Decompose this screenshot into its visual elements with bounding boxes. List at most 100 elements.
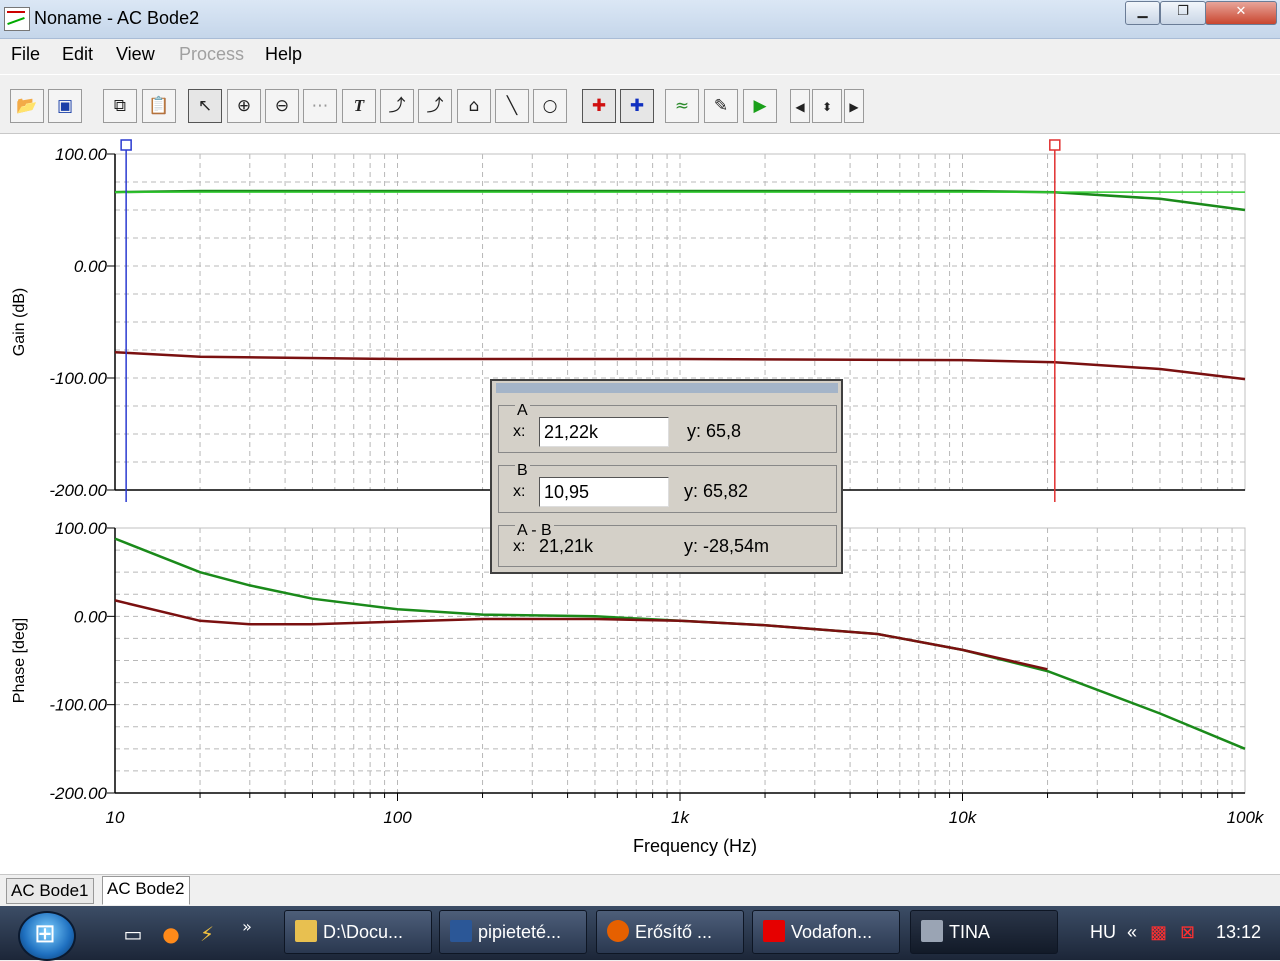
arrow-left-icon: ◀ xyxy=(795,100,805,114)
task-tina-label: TINA xyxy=(949,922,991,942)
menu-edit[interactable]: Edit xyxy=(62,44,93,65)
probe-button[interactable]: ✎ xyxy=(704,89,738,123)
zoom-reset-icon: ⊖ xyxy=(274,96,290,116)
tray-expand-icon[interactable]: « xyxy=(1127,922,1137,943)
save-button[interactable]: ▣ xyxy=(48,89,82,123)
copy-button[interactable]: ⧉ xyxy=(103,89,137,123)
paste-button[interactable]: 📋 xyxy=(142,89,176,123)
task-tina[interactable]: TINA xyxy=(910,910,1058,954)
text-icon: T xyxy=(353,96,365,115)
show-desktop-icon[interactable]: ▭ xyxy=(120,921,146,947)
tab-ac-bode1[interactable]: AC Bode1 xyxy=(6,878,94,904)
plot-area: 100.00 0.00 -100.00 -200.00 Gain (dB) 100.00 0… xyxy=(0,134,1280,874)
curves-icon: ≈ xyxy=(674,96,690,116)
circle-icon: ○ xyxy=(542,96,558,116)
word-icon xyxy=(450,920,472,942)
title-bar: Noname - AC Bode2 ▁ ❐ ✕ xyxy=(0,0,1280,39)
gain-ytick-label: -200.00 xyxy=(49,481,107,500)
firefox-quicklaunch-icon[interactable]: ● xyxy=(158,921,184,947)
task-vodafone[interactable]: Vodafon... xyxy=(752,910,900,954)
probe-icon: ✎ xyxy=(713,96,729,116)
arrow-right-icon: ▶ xyxy=(849,100,859,114)
cursor-b-x-input[interactable]: 10,95 xyxy=(539,477,669,507)
comment-icon: ⌂ xyxy=(468,96,480,116)
tina-icon xyxy=(921,920,943,942)
scroll-right-button[interactable]: ▶ xyxy=(844,89,864,123)
gain-ytick-label: 0.00 xyxy=(74,257,108,276)
cursor-a-handle xyxy=(1049,139,1061,151)
task-explorer[interactable]: D:\Docu... xyxy=(284,910,432,954)
zoom-100-button[interactable]: ⊖ xyxy=(265,89,299,123)
close-button[interactable]: ✕ xyxy=(1205,1,1277,25)
label-curve-icon: ⤴ xyxy=(388,96,406,116)
maximize-button[interactable]: ❐ xyxy=(1160,1,1206,25)
cursor-b-icon: ✚ xyxy=(629,96,645,116)
window-title: Noname - AC Bode2 xyxy=(34,8,200,28)
text-tool-button[interactable]: T xyxy=(342,89,376,123)
arrow-updown-icon: ⬍ xyxy=(821,100,833,114)
cursor-a-label: A xyxy=(515,402,530,420)
minimize-button[interactable]: ▁ xyxy=(1125,1,1160,25)
line-tool-button[interactable]: ╲ xyxy=(495,89,529,123)
tab-ac-bode2[interactable]: AC Bode2 xyxy=(102,876,190,905)
phase-ytick-label: 0.00 xyxy=(74,607,108,626)
error-tray-icon[interactable]: ⊠ xyxy=(1180,922,1195,943)
cursor-diff-x-label: x: xyxy=(513,538,526,555)
task-word-label: pipieteté... xyxy=(478,922,562,942)
cursor-a-x-label: x: xyxy=(513,423,526,440)
cursor-a-y-value: y: 65,8 xyxy=(687,421,742,441)
start-button[interactable] xyxy=(18,911,76,961)
curve-label-button[interactable]: ⤴ xyxy=(418,89,452,123)
folder-open-icon: 📂 xyxy=(16,96,38,116)
cursor-b-label: B xyxy=(515,462,530,480)
cursor-b-x-label: x: xyxy=(513,483,526,500)
paste-icon: 📋 xyxy=(148,96,170,116)
task-firefox[interactable]: Erősítő ... xyxy=(596,910,744,954)
phase-ylabel: Phase [deg] xyxy=(11,618,28,703)
menu-view[interactable]: View xyxy=(116,44,155,65)
scroll-updown-button[interactable]: ⬍ xyxy=(812,89,842,123)
run-button[interactable]: ▶ xyxy=(743,89,777,123)
cursor-diff-y-value: y: -28,54m xyxy=(684,536,770,556)
phase-xtick-label: 100 xyxy=(383,808,412,827)
clock: 13:12 xyxy=(1216,922,1262,942)
cursor-b-button[interactable]: ✚ xyxy=(620,89,654,123)
pointer-icon: ↖ xyxy=(197,96,213,116)
quicklaunch-more-icon[interactable]: » xyxy=(234,914,260,940)
cursor-panel-titlebar[interactable] xyxy=(496,383,838,393)
label-tool-button[interactable]: ⤴ xyxy=(380,89,414,123)
language-indicator[interactable]: HU xyxy=(1090,922,1116,943)
cursor-diff-x-value: 21,21k xyxy=(539,536,594,556)
cursor-a-group: A x: 21,22k y: 65,8 xyxy=(498,402,837,453)
cursor-b-y-value: y: 65,82 xyxy=(684,481,749,501)
task-vodafone-label: Vodafon... xyxy=(791,922,873,942)
gain-ytick-label: -100.00 xyxy=(49,369,107,388)
grid-button[interactable]: ⋯ xyxy=(303,89,337,123)
task-word[interactable]: pipieteté... xyxy=(439,910,587,954)
comment-tool-button[interactable]: ⌂ xyxy=(457,89,491,123)
menu-help[interactable]: Help xyxy=(265,44,302,65)
scroll-left-button[interactable]: ◀ xyxy=(790,89,810,123)
tool-quicklaunch-icon[interactable]: ⚡ xyxy=(194,921,220,947)
phase-ytick-label: -200.00 xyxy=(49,784,107,803)
floppy-icon: ▣ xyxy=(56,96,74,116)
folder-icon xyxy=(295,920,317,942)
ellipse-tool-button[interactable]: ○ xyxy=(533,89,567,123)
phase-series-line xyxy=(114,599,1048,671)
open-button[interactable]: 📂 xyxy=(10,89,44,123)
network-icon[interactable]: ▩ xyxy=(1150,922,1167,943)
cursor-readout-panel[interactable]: A x: 21,22k y: 65,8 B x: 10,95 y: 65,82 … xyxy=(490,379,843,574)
menu-process[interactable]: Process xyxy=(179,44,244,65)
cursor-a-button[interactable]: ✚ xyxy=(582,89,616,123)
select-tool-button[interactable]: ↖ xyxy=(188,89,222,123)
phase-xtick-label: 100k xyxy=(1227,808,1265,827)
add-curve-button[interactable]: ≈ xyxy=(665,89,699,123)
menu-file[interactable]: File xyxy=(11,44,40,65)
phase-xtick-label: 10 xyxy=(106,808,125,827)
toolbar: 📂 ▣ ⧉ 📋 ↖ ⊕ ⊖ ⋯ T ⤴ ⤴ ⌂ ╲ ○ ✚ ✚ ≈ ✎ ▶ ◀ … xyxy=(0,74,1280,134)
grid-icon: ⋯ xyxy=(311,96,329,116)
firefox-icon xyxy=(607,920,629,942)
cursor-a-x-input[interactable]: 21,22k xyxy=(539,417,669,447)
play-icon: ▶ xyxy=(753,96,767,116)
zoom-in-button[interactable]: ⊕ xyxy=(227,89,261,123)
